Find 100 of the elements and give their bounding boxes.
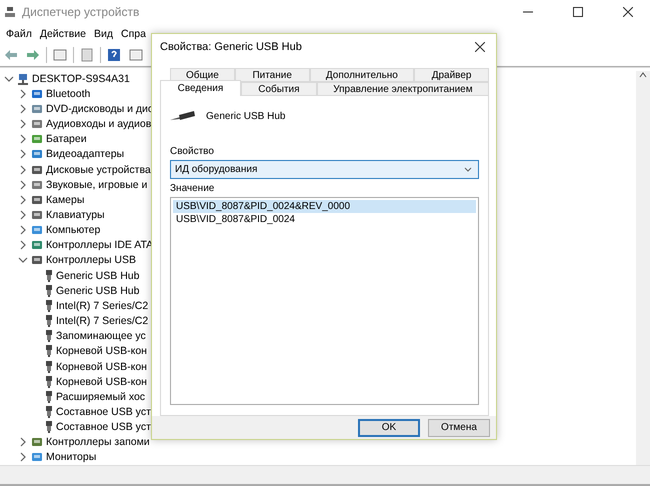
scroll-up-icon <box>639 71 647 79</box>
tree-item[interactable]: Клавиатуры <box>46 208 105 221</box>
tree-item[interactable]: Запоминающее ус <box>56 330 146 342</box>
tab[interactable]: Управление электропитанием <box>316 82 489 96</box>
tree-item[interactable]: Мониторы <box>46 451 96 464</box>
usb-plug-icon <box>45 421 53 434</box>
device-icon <box>31 208 43 221</box>
device-icon <box>31 133 43 146</box>
tree-item[interactable]: Дисковые устройства <box>46 164 151 176</box>
menu-item[interactable]: Файл <box>2 26 36 42</box>
usb-plug-icon <box>45 390 53 403</box>
usb-plug-icon <box>45 270 53 282</box>
app-icon <box>4 6 16 18</box>
chevron-down-icon <box>464 166 472 172</box>
forward-arrow-icon <box>26 48 40 62</box>
expand-chevron-icon[interactable] <box>18 225 28 236</box>
usb-plug-icon <box>45 376 53 388</box>
menu-item[interactable]: Спра <box>117 26 150 42</box>
dialog-title: Свойства: Generic USB Hub <box>160 41 303 53</box>
device-icon <box>31 88 43 100</box>
expand-chevron-icon[interactable] <box>18 149 28 160</box>
device-icon <box>31 178 43 191</box>
usb-plug-icon <box>45 284 53 297</box>
expand-chevron-icon[interactable] <box>18 88 28 99</box>
expand-chevron-icon[interactable] <box>18 104 28 114</box>
tree-item[interactable]: Корневой USB-кон <box>56 345 147 358</box>
usb-plug-icon <box>45 406 53 418</box>
scrollbar[interactable] <box>636 71 650 465</box>
expand-chevron-icon[interactable] <box>18 437 28 448</box>
usb-plug-icon <box>45 330 53 342</box>
menu-item[interactable]: Действие <box>36 26 90 42</box>
expand-chevron-icon[interactable] <box>18 134 28 144</box>
usb-plug-icon <box>45 300 53 312</box>
maximize-icon <box>573 7 583 17</box>
tree-item[interactable]: Bluetooth <box>46 88 90 100</box>
tree-item[interactable]: Камеры <box>46 194 84 206</box>
menu-item[interactable]: Вид <box>90 26 117 42</box>
usb-plug-icon <box>45 345 53 358</box>
tree-item[interactable]: Generic USB Hub <box>56 284 140 297</box>
expand-chevron-icon[interactable] <box>18 194 28 205</box>
list-item[interactable]: USB\VID_8087&PID_0024&REV_0000 <box>173 200 476 213</box>
cancel-button[interactable]: Отмена <box>428 418 490 436</box>
expand-chevron-icon[interactable] <box>18 180 28 190</box>
tab[interactable]: События <box>240 82 317 96</box>
tree-item[interactable]: Intel(R) 7 Series/C2 <box>56 315 148 328</box>
tree-item[interactable]: Аудиовходы и аудиов <box>46 118 152 130</box>
back-arrow-icon <box>4 48 18 62</box>
tab[interactable]: Дополнительно <box>310 68 414 82</box>
device-icon <box>31 102 43 115</box>
tree-item[interactable]: Батареи <box>46 133 87 146</box>
expand-chevron-icon[interactable] <box>18 240 28 250</box>
tree-item[interactable]: DESKTOP-S9S4A31 <box>32 72 130 85</box>
property-dropdown[interactable]: ИД оборудования <box>170 160 479 179</box>
help-icon <box>107 48 121 62</box>
device-icon <box>31 164 43 176</box>
expand-chevron-icon[interactable] <box>18 452 28 462</box>
computer-icon <box>17 72 29 85</box>
tree-item[interactable]: Видеоадаптеры <box>46 148 124 160</box>
expand-chevron-icon[interactable] <box>4 74 14 84</box>
close-icon <box>475 42 485 52</box>
device-icon <box>31 254 43 266</box>
window-icon <box>53 48 67 62</box>
tree-item[interactable]: Расширяемый хос <box>56 390 146 403</box>
expand-chevron-icon[interactable] <box>18 210 28 220</box>
usb-plug-icon <box>45 315 53 328</box>
tab[interactable]: Питание <box>234 68 310 82</box>
list-item[interactable]: USB\VID_8087&PID_0024 <box>173 213 476 226</box>
tab[interactable]: Сведения <box>160 80 241 96</box>
tree-item[interactable]: Корневой USB-кон <box>56 376 147 388</box>
tree-item[interactable]: Контроллеры запоми <box>46 436 150 448</box>
tree-item[interactable]: Звуковые, игровые и <box>46 178 148 191</box>
field-label: Значение <box>170 183 216 194</box>
device-icon <box>31 436 43 448</box>
usb-cable-icon <box>170 110 196 122</box>
tree-item[interactable]: Составное USB уст <box>56 421 151 434</box>
tree-item[interactable]: Контроллеры USB <box>46 254 136 266</box>
tab[interactable]: Драйвер <box>414 68 489 82</box>
close-icon <box>623 7 633 17</box>
tree-item[interactable]: Компьютер <box>46 224 100 236</box>
expand-chevron-icon[interactable] <box>18 255 28 266</box>
window-title: Диспетчер устройств <box>22 5 140 19</box>
tree-item[interactable]: Intel(R) 7 Series/C2 <box>56 300 148 312</box>
ok-button[interactable]: OK <box>358 418 420 436</box>
tree-item[interactable]: Корневой USB-кон <box>56 360 147 373</box>
device-name: Generic USB Hub <box>206 110 286 122</box>
properties-icon <box>80 48 94 62</box>
tree-item[interactable]: Составное USB уст <box>56 406 151 418</box>
device-icon <box>31 451 43 464</box>
device-icon <box>31 224 43 236</box>
help-button[interactable] <box>105 46 123 64</box>
expand-chevron-icon[interactable] <box>18 119 28 130</box>
window-icon <box>129 48 143 62</box>
usb-plug-icon <box>45 360 53 373</box>
field-label: Свойство <box>170 146 215 157</box>
tree-item[interactable]: Generic USB Hub <box>56 270 140 282</box>
device-icon <box>31 239 43 252</box>
device-icon <box>31 148 43 160</box>
device-icon <box>31 118 43 130</box>
expand-chevron-icon[interactable] <box>18 164 28 175</box>
device-icon <box>31 194 43 206</box>
